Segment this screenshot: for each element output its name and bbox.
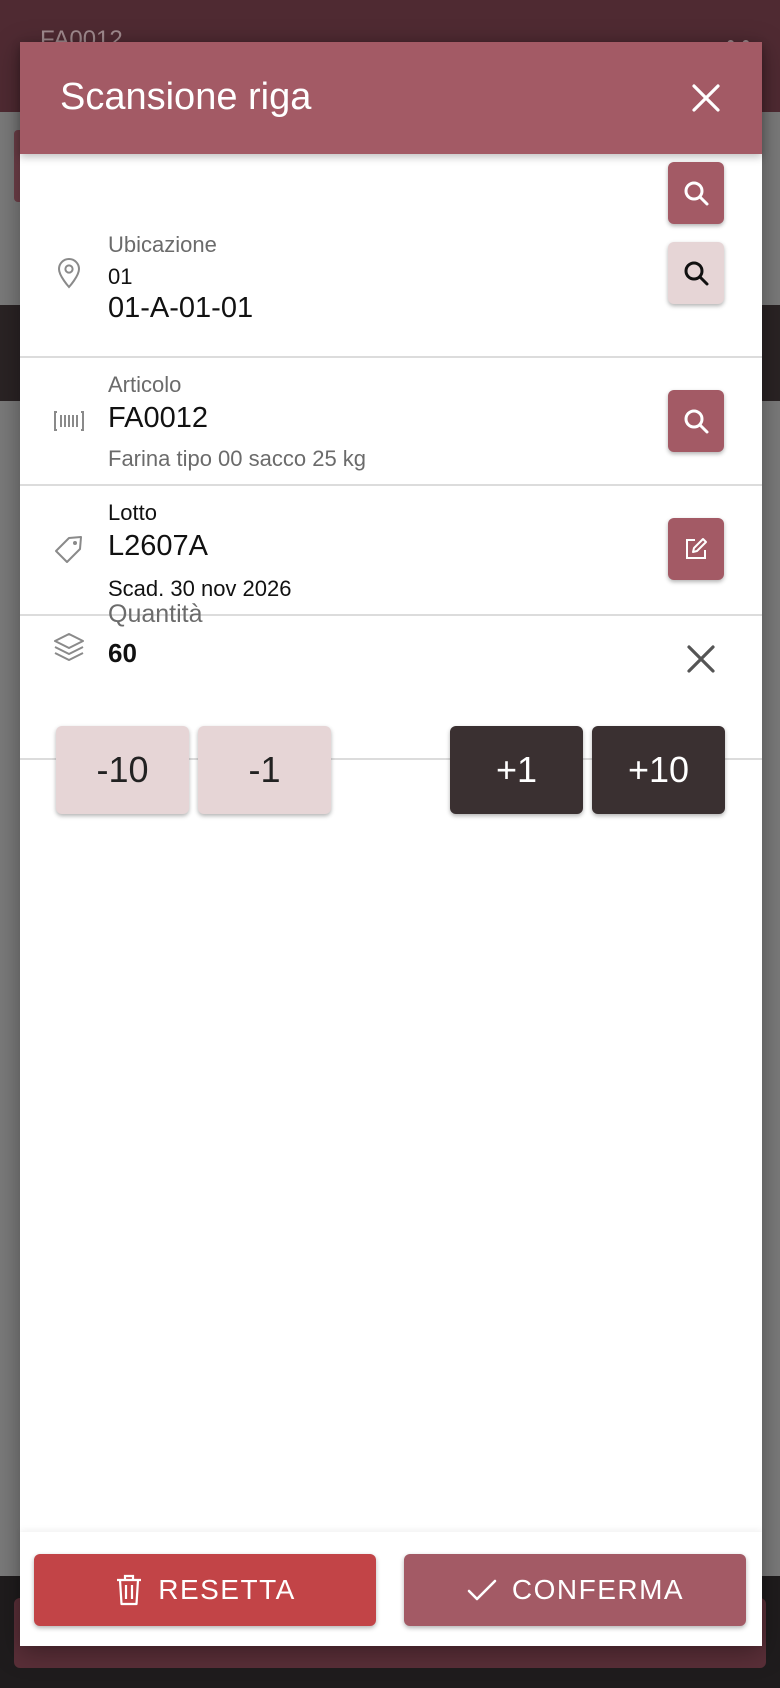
quantity-input[interactable]: 60 <box>108 638 137 669</box>
lot-code: L2607A <box>108 530 208 562</box>
scan-row-dialog: Scansione riga Ubicazione 01 01-A-01-01 <box>20 42 762 1646</box>
article-row: Articolo FA0012 Farina tipo 00 sacco 25 … <box>20 358 762 486</box>
lot-expiry: Scad. 30 nov 2026 <box>108 576 292 601</box>
tag-icon <box>55 536 82 563</box>
reset-button[interactable]: RESETTA <box>34 1554 376 1626</box>
plus-1-button[interactable]: +1 <box>450 726 583 814</box>
lot-edit-button[interactable] <box>668 518 724 580</box>
location-value: 01-A-01-01 <box>108 292 254 324</box>
search-icon <box>684 261 709 286</box>
minus-1-button[interactable]: -1 <box>198 726 331 814</box>
check-icon <box>467 1579 497 1601</box>
search-icon <box>684 409 709 434</box>
clear-quantity-icon[interactable] <box>684 642 718 676</box>
confirm-button-label: CONFERMA <box>511 1574 685 1605</box>
minus-10-button[interactable]: -10 <box>56 726 189 814</box>
location-detail-search-button[interactable] <box>668 242 724 304</box>
search-icon <box>684 181 709 206</box>
dialog-footer: RESETTA CONFERMA <box>20 1532 762 1646</box>
layers-icon <box>54 633 84 661</box>
location-pin-icon <box>57 258 81 289</box>
location-code: 01 <box>108 264 133 289</box>
lot-row: Lotto L2607A Scad. 30 nov 2026 <box>20 486 762 616</box>
confirm-button[interactable]: CONFERMA <box>404 1554 746 1626</box>
article-label: Articolo <box>108 372 182 397</box>
barcode-icon <box>54 411 84 431</box>
lot-label: Lotto <box>108 500 157 525</box>
quantity-label: Quantità <box>108 600 203 628</box>
article-description: Farina tipo 00 sacco 25 kg <box>108 446 367 471</box>
dialog-header: Scansione riga <box>20 42 762 154</box>
article-search-button[interactable] <box>668 390 724 452</box>
location-search-button[interactable] <box>668 162 724 224</box>
article-code: FA0012 <box>108 402 208 434</box>
location-label: Ubicazione <box>108 232 217 257</box>
close-icon[interactable] <box>686 78 726 118</box>
dialog-title: Scansione riga <box>60 76 312 118</box>
plus-10-button[interactable]: +10 <box>592 726 725 814</box>
reset-button-label: RESETTA <box>158 1574 296 1605</box>
location-row: Ubicazione 01 01-A-01-01 <box>20 154 762 358</box>
edit-icon <box>686 538 707 559</box>
trash-icon <box>117 1574 142 1606</box>
